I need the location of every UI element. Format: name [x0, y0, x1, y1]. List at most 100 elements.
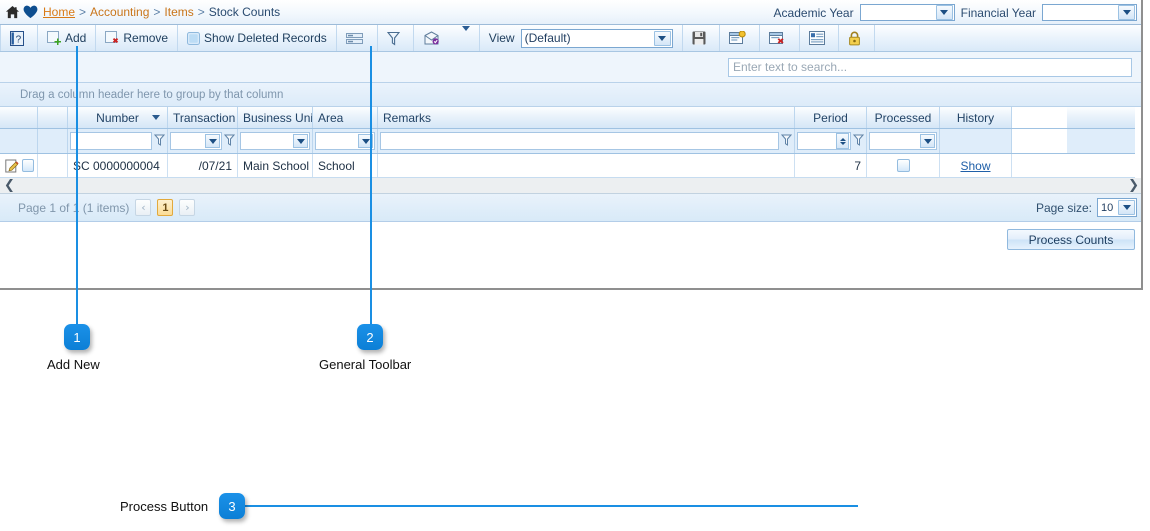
details-button[interactable]: [800, 25, 839, 51]
add-label: Add: [65, 31, 87, 45]
process-counts-button[interactable]: Process Counts: [1007, 229, 1135, 250]
filter-cell-remarks: [378, 129, 795, 153]
search-input[interactable]: [728, 57, 1132, 77]
pager-page-1[interactable]: 1: [157, 199, 174, 216]
column-header-processed[interactable]: Processed: [867, 107, 940, 128]
save-disk-icon: [692, 31, 706, 45]
column-header-filler: [1012, 107, 1067, 128]
row-select-checkbox[interactable]: [22, 159, 34, 172]
page-size-label: Page size:: [1035, 200, 1092, 215]
chevron-down-icon[interactable]: [920, 134, 935, 148]
add-button[interactable]: Add: [38, 25, 97, 51]
breadcrumb-item-items[interactable]: Items: [164, 5, 193, 19]
remove-icon: [105, 31, 119, 45]
filter-input-area[interactable]: [315, 132, 375, 150]
filter-funnel-icon[interactable]: [781, 134, 792, 148]
delete-view-button[interactable]: [760, 25, 800, 51]
column-header-number[interactable]: Number: [68, 107, 168, 128]
column-header-area[interactable]: Area: [313, 107, 378, 128]
history-show-link[interactable]: Show: [960, 159, 990, 173]
filter-funnel-icon[interactable]: [154, 134, 165, 148]
cell-area: School: [313, 154, 378, 177]
home-icon[interactable]: [5, 5, 20, 20]
checkbox-icon: [187, 31, 201, 45]
period-spinner[interactable]: [836, 133, 849, 149]
column-header-remarks[interactable]: Remarks: [378, 107, 795, 128]
scroll-left-icon[interactable]: ❮: [4, 178, 15, 193]
filter-funnel-icon[interactable]: [853, 134, 864, 148]
chevron-down-icon[interactable]: [358, 134, 373, 148]
callout-badge-1[interactable]: 1: [64, 324, 90, 350]
row-indicator-cell: [38, 154, 68, 177]
pager-prev-button[interactable]: ‹: [135, 199, 152, 216]
filter-input-processed[interactable]: [869, 132, 937, 150]
breadcrumb-item-home[interactable]: Home: [43, 5, 75, 19]
table-row[interactable]: SC 0000000004 /07/21 Main School School …: [0, 154, 1135, 178]
column-header-indicator[interactable]: [38, 107, 68, 128]
cell-number: SC 0000000004: [68, 154, 168, 177]
grid-filter-row: [0, 129, 1135, 154]
callout-badge-3[interactable]: 3: [219, 493, 245, 519]
export-icon: [423, 30, 440, 46]
breadcrumb-item-accounting[interactable]: Accounting: [90, 5, 149, 19]
heart-icon[interactable]: [23, 5, 38, 19]
scroll-right-icon[interactable]: ❯: [1128, 178, 1139, 193]
new-view-button[interactable]: [720, 25, 760, 51]
edit-pencil-icon[interactable]: [5, 159, 19, 173]
page-size-select[interactable]: 10: [1097, 198, 1137, 217]
lock-button[interactable]: [839, 25, 875, 51]
chevron-down-icon[interactable]: [293, 134, 308, 148]
chevron-down-icon[interactable]: [935, 5, 953, 20]
view-value: (Default): [524, 31, 571, 45]
view-select-wrap: (Default): [520, 25, 683, 51]
filter-input-number[interactable]: [70, 132, 152, 150]
cell-processed: [867, 154, 940, 177]
column-header-business-unit-label: Business Unit: [243, 110, 313, 125]
filter-funnel-icon[interactable]: [224, 134, 235, 148]
delete-window-icon: [768, 31, 786, 45]
academic-year-label: Academic Year: [773, 5, 854, 20]
group-by-panel[interactable]: Drag a column header here to group by th…: [0, 83, 1141, 107]
filter-input-period[interactable]: [797, 132, 851, 150]
view-select[interactable]: (Default): [520, 28, 673, 48]
screenshot-root: Home > Accounting > Items > Stock Counts…: [0, 0, 1150, 531]
chevron-down-icon[interactable]: [1118, 5, 1135, 20]
processed-checkbox[interactable]: [896, 159, 910, 172]
chevron-down-icon[interactable]: [1118, 200, 1135, 215]
filter-input-business-unit[interactable]: [240, 132, 310, 150]
chevron-down-icon[interactable]: [205, 134, 220, 148]
remove-label: Remove: [123, 31, 169, 45]
filter-input-transaction-date[interactable]: [170, 132, 222, 150]
pager-next-button[interactable]: ›: [179, 199, 196, 216]
save-view-button[interactable]: [683, 25, 720, 51]
row-actions: [0, 154, 38, 177]
filter-input-remarks[interactable]: [380, 132, 779, 150]
column-header-business-unit[interactable]: Business Unit: [238, 107, 313, 128]
filter-cell-indicator: [38, 129, 68, 153]
help-button[interactable]: ?: [0, 25, 38, 51]
show-deleted-records-toggle[interactable]: Show Deleted Records: [178, 25, 337, 51]
column-header-select[interactable]: [0, 107, 38, 128]
grid-header-row: Number Transaction Da Business Unit Area…: [0, 107, 1135, 129]
chevron-down-icon[interactable]: [653, 30, 671, 46]
filter-button[interactable]: [378, 25, 414, 51]
horizontal-scrollbar[interactable]: ❮ ❯: [0, 178, 1141, 194]
callout-label-3: Process Button: [120, 499, 209, 514]
stock-counts-grid: Number Transaction Da Business Unit Area…: [0, 107, 1135, 178]
filter-cell-processed: [867, 129, 940, 153]
cell-transaction-date: /07/21: [168, 154, 238, 177]
column-header-transaction-date[interactable]: Transaction Da: [168, 107, 238, 128]
details-icon: [808, 31, 825, 45]
export-dropdown-button[interactable]: [453, 25, 480, 51]
column-header-period[interactable]: Period: [795, 107, 867, 128]
remove-button[interactable]: Remove: [96, 25, 179, 51]
callout-badge-2[interactable]: 2: [357, 324, 383, 350]
export-button[interactable]: [414, 25, 453, 51]
academic-year-select[interactable]: [859, 4, 955, 21]
column-header-history[interactable]: History: [940, 107, 1012, 128]
filter-cell-select: [0, 129, 38, 153]
action-zone: Process Counts: [0, 222, 1141, 262]
grid-pager: Page 1 of 1 (1 items) ‹ 1 › Page size: 1…: [0, 194, 1141, 222]
financial-year-select[interactable]: [1042, 4, 1137, 21]
column-layout-button[interactable]: [337, 25, 378, 51]
